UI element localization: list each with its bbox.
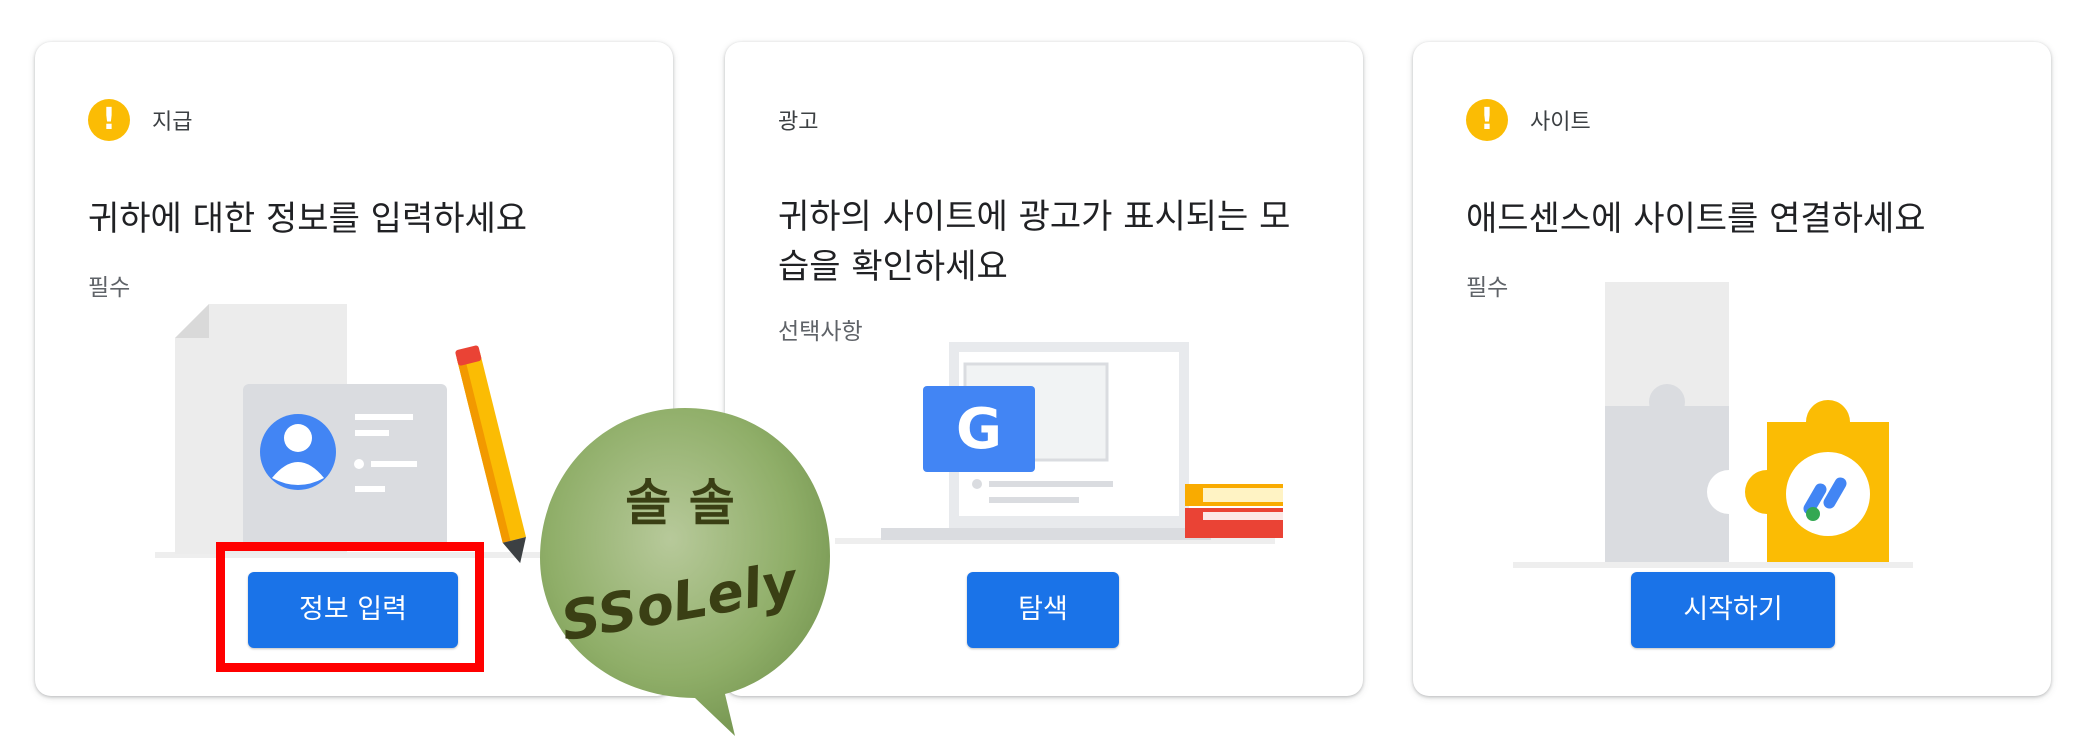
puzzle-illustration xyxy=(1513,282,1913,568)
ad-preview-illustration: G xyxy=(835,342,1283,544)
svg-text:G: G xyxy=(956,397,1002,462)
card-status: 필수 xyxy=(88,275,131,301)
card-header: ! 사이트 xyxy=(1466,98,1591,142)
card-status: 선택사항 xyxy=(778,319,863,345)
get-started-button[interactable]: 시작하기 xyxy=(1631,572,1835,648)
ssolely-watermark-sticker: 솔 솔 SSoLely xyxy=(540,408,830,736)
card-title: 귀하에 대한 정보를 입력하세요 xyxy=(88,199,528,239)
explore-button[interactable]: 탐색 xyxy=(967,572,1119,648)
card-title: 애드센스에 사이트를 연결하세요 xyxy=(1466,199,1926,239)
profile-form-illustration xyxy=(155,304,565,564)
card-category: 광고 xyxy=(778,110,819,135)
card-header: 광고 xyxy=(778,98,818,142)
warning-icon: ! xyxy=(1466,99,1508,141)
card-header: ! 지급 xyxy=(88,98,192,142)
warning-icon: ! xyxy=(88,99,130,141)
card-category: 사이트 xyxy=(1530,110,1591,135)
highlight-box xyxy=(216,542,484,672)
task-card-site: ! 사이트 애드센스에 사이트를 연결하세요 필수 시작하기 xyxy=(1413,42,2051,696)
card-title: 귀하의 사이트에 광고가 표시되는 모습을 확인하세요 xyxy=(778,197,1291,287)
watermark-text-korean: 솔 솔 xyxy=(625,474,734,532)
card-status: 필수 xyxy=(1466,275,1509,301)
card-category: 지급 xyxy=(152,110,193,135)
